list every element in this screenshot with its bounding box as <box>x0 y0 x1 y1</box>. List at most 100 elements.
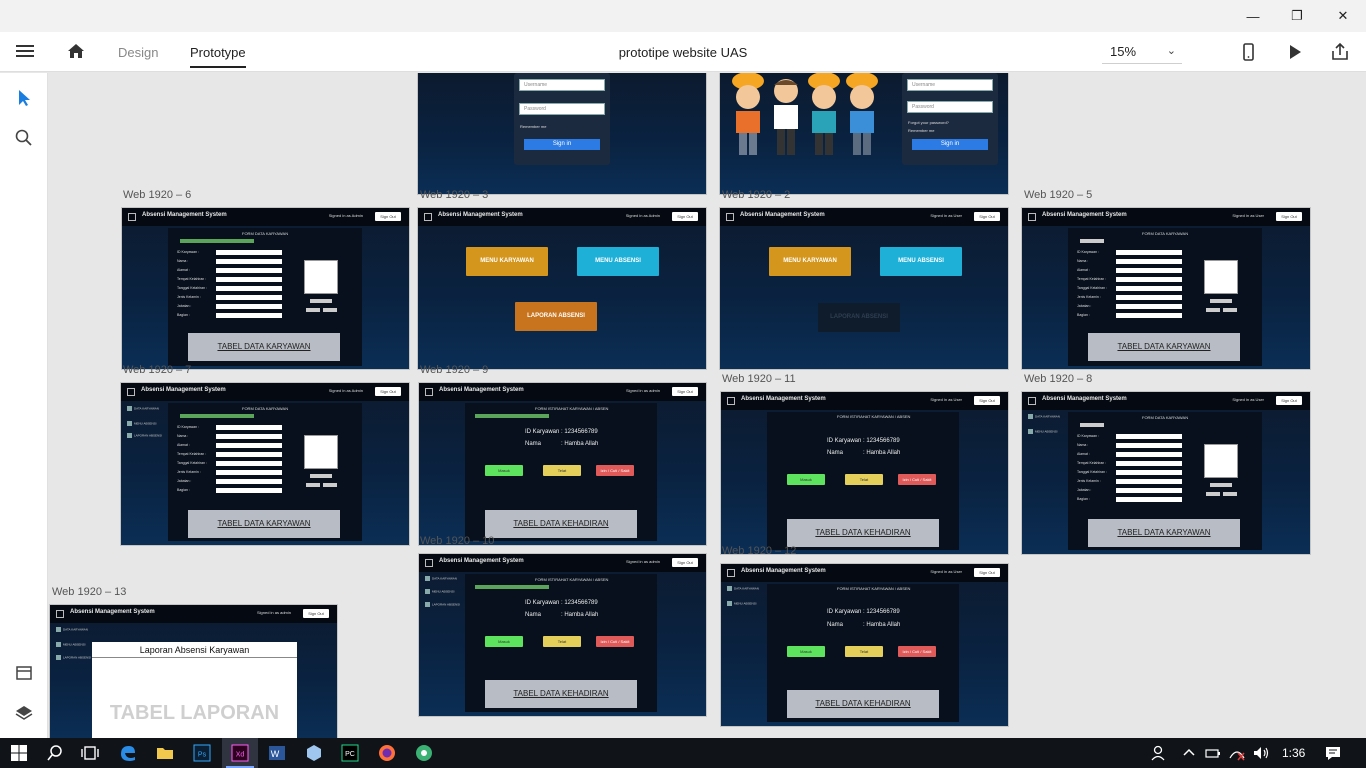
app-icon[interactable] <box>415 744 433 762</box>
board-header: Absensi Management System Signed in as A… <box>122 208 409 226</box>
side-menu-item: DATA KARYAWAN <box>1028 414 1060 419</box>
design-canvas[interactable]: Username Password Remember me Sign in Us… <box>49 73 1366 738</box>
restore-button[interactable]: ❐ <box>1274 0 1320 32</box>
artboard-web-3[interactable]: Absensi Management System Signed in as A… <box>418 208 706 369</box>
windows-start-icon[interactable] <box>10 744 28 762</box>
app-logo-icon <box>1028 213 1036 221</box>
artboard-web-10[interactable]: Absensi Management System Signed in as a… <box>419 554 706 716</box>
app-logo-icon <box>424 213 432 221</box>
app-header: Design Prototype prototipe website UAS 1… <box>0 32 1366 72</box>
artboard-web-6[interactable]: Absensi Management System Signed in as A… <box>122 208 409 369</box>
close-button[interactable]: ✕ <box>1320 0 1366 32</box>
nama-label: Nama <box>827 450 844 456</box>
artboard-label-5[interactable]: Web 1920 – 5 <box>1024 189 1092 201</box>
people-icon[interactable] <box>1150 744 1168 762</box>
play-icon[interactable] <box>1285 42 1305 62</box>
id-karyawan-text: ID Karyawan : 1234566789 <box>827 438 900 444</box>
izin-button: Izin / Cuti / Sakit <box>596 636 634 647</box>
zoom-select[interactable]: 15% ⌄ <box>1102 38 1182 64</box>
tab-prototype[interactable]: Prototype <box>190 45 246 68</box>
table-data-kehadiran: TABEL DATA KEHADIRAN <box>485 510 637 538</box>
artboard-web-8[interactable]: Absensi Management System Signed in as U… <box>1022 392 1310 554</box>
file-explorer-icon[interactable] <box>156 744 174 762</box>
tab-design[interactable]: Design <box>118 45 158 60</box>
share-icon[interactable] <box>1330 42 1350 62</box>
network-icon[interactable] <box>1228 744 1246 762</box>
tabel-laporan: TABEL LAPORAN <box>109 702 280 724</box>
device-preview-icon[interactable] <box>1238 42 1258 62</box>
field-label: Tanggal Kelahiran : <box>177 461 207 465</box>
adobe-xd-icon[interactable]: Xd <box>231 744 249 762</box>
artboard-web-5[interactable]: Absensi Management System Signed in as U… <box>1022 208 1310 369</box>
artboard-label-9[interactable]: Web 1920 – 9 <box>420 364 488 376</box>
artboard-web-7[interactable]: Absensi Management System Signed in as A… <box>121 383 409 545</box>
sign-out-button: Sign Out <box>672 387 698 396</box>
select-arrow-icon[interactable] <box>14 88 34 108</box>
nama-value: : Hamba Allah <box>863 450 901 456</box>
izin-button: Izin / Cuti / Sakit <box>596 465 634 476</box>
remember-checkbox: Remember me <box>520 124 547 129</box>
sign-out-button: Sign Out <box>1276 396 1302 405</box>
edge-icon[interactable] <box>119 744 137 762</box>
save-mini-button <box>1206 492 1220 496</box>
photoshop-icon[interactable]: Ps <box>193 744 211 762</box>
field-label: Jabatan : <box>177 479 192 483</box>
artboard-label-3[interactable]: Web 1920 – 3 <box>420 189 488 201</box>
artboard-label-12[interactable]: Web 1920 – 12 <box>722 545 796 557</box>
artboard-label-8[interactable]: Web 1920 – 8 <box>1024 373 1092 385</box>
nama-label: Nama <box>827 622 844 628</box>
artboard-label-2[interactable]: Web 1920 – 2 <box>722 189 790 201</box>
hamburger-menu-icon[interactable] <box>14 42 36 62</box>
field-input <box>216 313 282 318</box>
task-view-icon[interactable] <box>81 744 99 762</box>
app-logo-icon <box>425 559 433 567</box>
battery-icon[interactable] <box>1204 744 1222 762</box>
assets-panel-icon[interactable] <box>14 663 34 683</box>
telat-button: Telat <box>543 636 581 647</box>
artboard-label-7[interactable]: Web 1920 – 7 <box>123 364 191 376</box>
search-icon[interactable] <box>14 128 34 148</box>
id-karyawan-text: ID Karyawan : 1234566789 <box>827 609 900 615</box>
notifications-icon[interactable] <box>1324 744 1342 762</box>
chevron-up-icon[interactable] <box>1180 744 1198 762</box>
artboard-login-1[interactable]: Username Password Remember me Sign in <box>418 73 706 194</box>
laporan-panel: Laporan Absensi Karyawan TABEL LAPORAN <box>92 642 297 738</box>
artboard-web-12[interactable]: Absensi Management System Signed in as U… <box>721 564 1008 726</box>
signed-in-label: Signed in as admin <box>256 610 291 615</box>
artboard-label-11[interactable]: Web 1920 – 11 <box>722 373 796 385</box>
home-icon[interactable] <box>66 41 86 61</box>
field-label: ID Karyawan : <box>1077 434 1099 438</box>
artboard-label-10[interactable]: Web 1920 – 10 <box>420 535 494 547</box>
minimize-button[interactable]: — <box>1230 0 1276 32</box>
masuk-button: Masuk <box>485 636 523 647</box>
field-input <box>1116 479 1182 484</box>
laporan-title: Laporan Absensi Karyawan <box>92 642 297 658</box>
field-input <box>216 304 282 309</box>
layers-icon[interactable] <box>14 703 34 723</box>
form-title: FORM ISTIRAHAT KARYAWAN / ABSEN <box>535 406 609 411</box>
volume-icon[interactable] <box>1252 744 1270 762</box>
absensi-panel: FORM ISTIRAHAT KARYAWAN / ABSEN ID Karya… <box>767 412 959 550</box>
login-form: Username Password Remember me Sign in <box>514 73 610 165</box>
artboard-web-13[interactable]: Absensi Management System Signed in as a… <box>50 605 337 738</box>
save-mini-button <box>306 483 320 487</box>
form-title: FORM ISTIRAHAT KARYAWAN / ABSEN <box>837 414 911 419</box>
virtualbox-icon[interactable] <box>305 744 323 762</box>
word-icon[interactable]: W <box>268 744 286 762</box>
artboard-web-2[interactable]: Absensi Management System Signed in as U… <box>720 208 1008 369</box>
search-icon[interactable] <box>46 744 64 762</box>
field-input <box>216 277 282 282</box>
system-clock[interactable]: 1:36 <box>1282 746 1305 760</box>
field-label: Nama : <box>177 434 189 438</box>
artboard-web-11[interactable]: Absensi Management System Signed in as U… <box>721 392 1008 554</box>
artboard-login-2[interactable]: Username Password Forgot your password? … <box>720 73 1008 194</box>
pycharm-icon[interactable]: PC <box>341 744 359 762</box>
nama-value: : Hamba Allah <box>561 441 599 447</box>
field-input <box>216 452 282 457</box>
artboard-label-6[interactable]: Web 1920 – 6 <box>123 189 191 201</box>
artboard-label-13[interactable]: Web 1920 – 13 <box>52 586 126 598</box>
sign-out-button: Sign Out <box>375 212 401 221</box>
firefox-icon[interactable] <box>378 744 396 762</box>
artboard-web-9[interactable]: Absensi Management System Signed in as a… <box>419 383 706 545</box>
form-actions <box>180 414 254 418</box>
